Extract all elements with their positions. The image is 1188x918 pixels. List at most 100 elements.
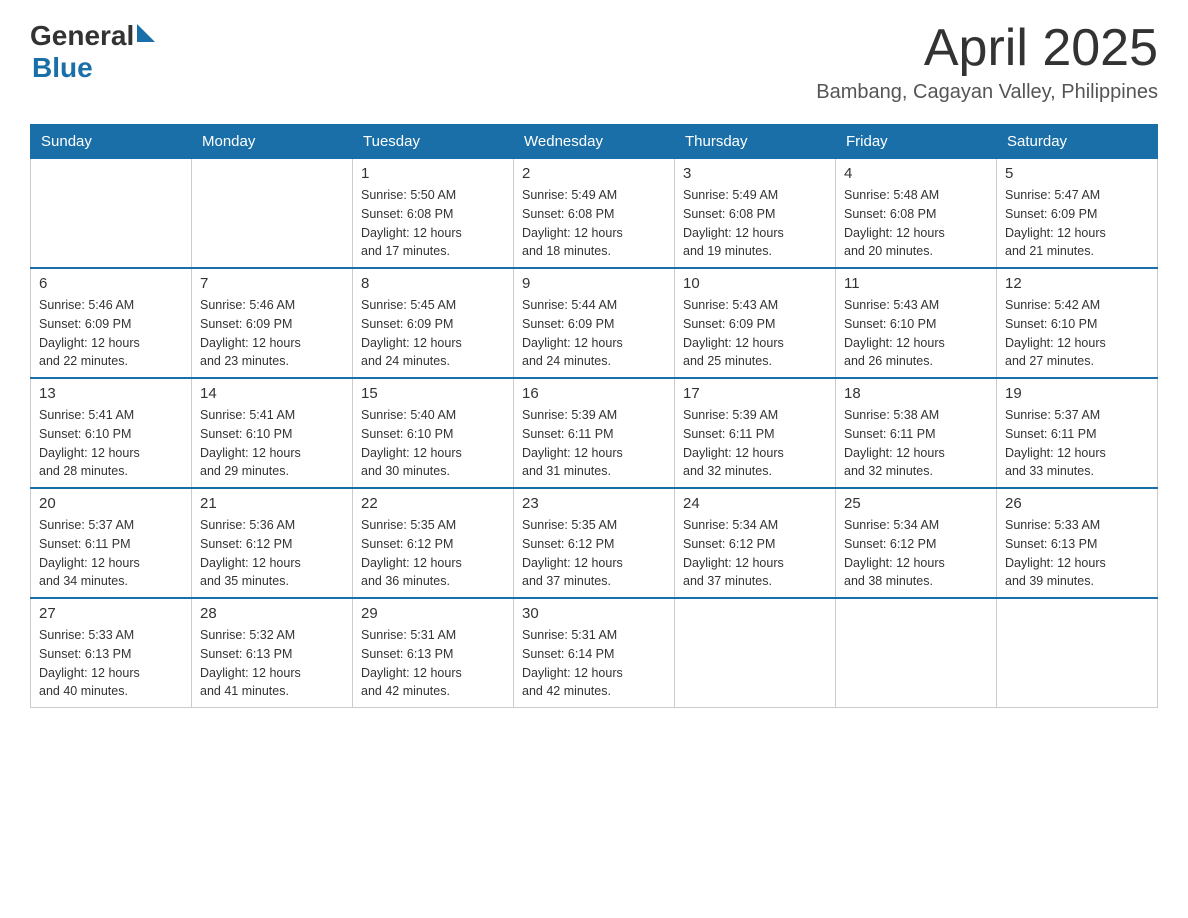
calendar-cell: [675, 598, 836, 708]
day-info: Sunrise: 5:45 AMSunset: 6:09 PMDaylight:…: [361, 296, 505, 371]
day-info: Sunrise: 5:47 AMSunset: 6:09 PMDaylight:…: [1005, 186, 1149, 261]
logo-blue-text: Blue: [32, 52, 155, 84]
day-number: 12: [1005, 275, 1149, 292]
day-number: 22: [361, 495, 505, 512]
calendar-cell: 26Sunrise: 5:33 AMSunset: 6:13 PMDayligh…: [997, 488, 1158, 598]
calendar-cell: 14Sunrise: 5:41 AMSunset: 6:10 PMDayligh…: [192, 378, 353, 488]
day-info: Sunrise: 5:40 AMSunset: 6:10 PMDaylight:…: [361, 406, 505, 481]
day-of-week-header: Monday: [192, 125, 353, 159]
day-info: Sunrise: 5:46 AMSunset: 6:09 PMDaylight:…: [39, 296, 183, 371]
day-number: 19: [1005, 385, 1149, 402]
calendar-cell: 2Sunrise: 5:49 AMSunset: 6:08 PMDaylight…: [514, 159, 675, 269]
day-number: 16: [522, 385, 666, 402]
day-number: 28: [200, 605, 344, 622]
day-number: 10: [683, 275, 827, 292]
day-info: Sunrise: 5:38 AMSunset: 6:11 PMDaylight:…: [844, 406, 988, 481]
day-info: Sunrise: 5:33 AMSunset: 6:13 PMDaylight:…: [1005, 516, 1149, 591]
day-of-week-header: Sunday: [31, 125, 192, 159]
day-number: 27: [39, 605, 183, 622]
day-number: 4: [844, 165, 988, 182]
day-info: Sunrise: 5:49 AMSunset: 6:08 PMDaylight:…: [683, 186, 827, 261]
calendar-cell: [997, 598, 1158, 708]
day-info: Sunrise: 5:39 AMSunset: 6:11 PMDaylight:…: [522, 406, 666, 481]
day-number: 9: [522, 275, 666, 292]
calendar-cell: 8 Sunrise: 5:45 AMSunset: 6:09 PMDaylight…: [353, 268, 514, 378]
day-number: 1: [361, 165, 505, 182]
day-info: Sunrise: 5:49 AMSunset: 6:08 PMDaylight:…: [522, 186, 666, 261]
calendar-week-row: 13Sunrise: 5:41 AMSunset: 6:10 PMDayligh…: [31, 378, 1158, 488]
calendar-cell: 16 Sunrise: 5:39 AMSunset: 6:11 PMDayligh…: [514, 378, 675, 488]
day-info: Sunrise: 5:43 AMSunset: 6:10 PMDaylight:…: [844, 296, 988, 371]
day-number: 24: [683, 495, 827, 512]
calendar-cell: 28 Sunrise: 5:32 AMSunset: 6:13 PMDayligh…: [192, 598, 353, 708]
day-info: Sunrise: 5:34 AMSunset: 6:12 PMDaylight:…: [844, 516, 988, 591]
calendar-cell: 10 Sunrise: 5:43 AMSunset: 6:09 PMDayligh…: [675, 268, 836, 378]
calendar-cell: [31, 159, 192, 269]
calendar-cell: 15 Sunrise: 5:40 AMSunset: 6:10 PMDayligh…: [353, 378, 514, 488]
day-of-week-header: Wednesday: [514, 125, 675, 159]
day-number: 18: [844, 385, 988, 402]
title-section: April 2025 Bambang, Cagayan Valley, Phil…: [816, 20, 1158, 104]
calendar-cell: 29 Sunrise: 5:31 AMSunset: 6:13 PMDayligh…: [353, 598, 514, 708]
day-of-week-header: Friday: [836, 125, 997, 159]
day-info: Sunrise: 5:43 AMSunset: 6:09 PMDaylight:…: [683, 296, 827, 371]
calendar-cell: 23Sunrise: 5:35 AMSunset: 6:12 PMDayligh…: [514, 488, 675, 598]
day-info: Sunrise: 5:35 AMSunset: 6:12 PMDaylight:…: [361, 516, 505, 591]
calendar-cell: 5Sunrise: 5:47 AMSunset: 6:09 PMDaylight…: [997, 159, 1158, 269]
days-of-week-row: SundayMondayTuesdayWednesdayThursdayFrid…: [31, 125, 1158, 159]
calendar-cell: 3 Sunrise: 5:49 AMSunset: 6:08 PMDaylight…: [675, 159, 836, 269]
calendar-cell: 18 Sunrise: 5:38 AMSunset: 6:11 PMDayligh…: [836, 378, 997, 488]
day-info: Sunrise: 5:44 AMSunset: 6:09 PMDaylight:…: [522, 296, 666, 371]
logo-general-text: General: [30, 20, 134, 52]
day-of-week-header: Thursday: [675, 125, 836, 159]
day-info: Sunrise: 5:37 AMSunset: 6:11 PMDaylight:…: [1005, 406, 1149, 481]
day-info: Sunrise: 5:37 AMSunset: 6:11 PMDaylight:…: [39, 516, 183, 591]
page-header: General Blue April 2025 Bambang, Cagayan…: [30, 20, 1158, 104]
calendar-cell: 4 Sunrise: 5:48 AMSunset: 6:08 PMDaylight…: [836, 159, 997, 269]
day-of-week-header: Saturday: [997, 125, 1158, 159]
day-number: 21: [200, 495, 344, 512]
day-info: Sunrise: 5:36 AMSunset: 6:12 PMDaylight:…: [200, 516, 344, 591]
calendar-week-row: 1Sunrise: 5:50 AMSunset: 6:08 PMDaylight…: [31, 159, 1158, 269]
day-info: Sunrise: 5:33 AMSunset: 6:13 PMDaylight:…: [39, 626, 183, 701]
day-info: Sunrise: 5:31 AMSunset: 6:14 PMDaylight:…: [522, 626, 666, 701]
calendar-header: SundayMondayTuesdayWednesdayThursdayFrid…: [31, 125, 1158, 159]
day-of-week-header: Tuesday: [353, 125, 514, 159]
calendar-cell: 9 Sunrise: 5:44 AMSunset: 6:09 PMDaylight…: [514, 268, 675, 378]
day-number: 7: [200, 275, 344, 292]
calendar-cell: [192, 159, 353, 269]
calendar-week-row: 27 Sunrise: 5:33 AMSunset: 6:13 PMDayligh…: [31, 598, 1158, 708]
day-info: Sunrise: 5:32 AMSunset: 6:13 PMDaylight:…: [200, 626, 344, 701]
day-number: 6: [39, 275, 183, 292]
calendar-cell: [836, 598, 997, 708]
calendar-cell: 19 Sunrise: 5:37 AMSunset: 6:11 PMDayligh…: [997, 378, 1158, 488]
day-info: Sunrise: 5:42 AMSunset: 6:10 PMDaylight:…: [1005, 296, 1149, 371]
day-info: Sunrise: 5:48 AMSunset: 6:08 PMDaylight:…: [844, 186, 988, 261]
calendar-cell: 1Sunrise: 5:50 AMSunset: 6:08 PMDaylight…: [353, 159, 514, 269]
calendar-cell: 11 Sunrise: 5:43 AMSunset: 6:10 PMDayligh…: [836, 268, 997, 378]
day-info: Sunrise: 5:35 AMSunset: 6:12 PMDaylight:…: [522, 516, 666, 591]
day-info: Sunrise: 5:41 AMSunset: 6:10 PMDaylight:…: [200, 406, 344, 481]
calendar-cell: 22 Sunrise: 5:35 AMSunset: 6:12 PMDayligh…: [353, 488, 514, 598]
calendar-cell: 6 Sunrise: 5:46 AMSunset: 6:09 PMDaylight…: [31, 268, 192, 378]
calendar-cell: 27 Sunrise: 5:33 AMSunset: 6:13 PMDayligh…: [31, 598, 192, 708]
day-number: 17: [683, 385, 827, 402]
calendar-cell: 21 Sunrise: 5:36 AMSunset: 6:12 PMDayligh…: [192, 488, 353, 598]
day-info: Sunrise: 5:41 AMSunset: 6:10 PMDaylight:…: [39, 406, 183, 481]
calendar-week-row: 6 Sunrise: 5:46 AMSunset: 6:09 PMDaylight…: [31, 268, 1158, 378]
logo-triangle-icon: [137, 24, 155, 42]
day-number: 20: [39, 495, 183, 512]
calendar-cell: 7Sunrise: 5:46 AMSunset: 6:09 PMDaylight…: [192, 268, 353, 378]
calendar-cell: 30 Sunrise: 5:31 AMSunset: 6:14 PMDayligh…: [514, 598, 675, 708]
day-info: Sunrise: 5:31 AMSunset: 6:13 PMDaylight:…: [361, 626, 505, 701]
day-number: 29: [361, 605, 505, 622]
day-number: 15: [361, 385, 505, 402]
calendar-cell: 12 Sunrise: 5:42 AMSunset: 6:10 PMDayligh…: [997, 268, 1158, 378]
day-info: Sunrise: 5:39 AMSunset: 6:11 PMDaylight:…: [683, 406, 827, 481]
day-number: 30: [522, 605, 666, 622]
calendar-cell: 20 Sunrise: 5:37 AMSunset: 6:11 PMDayligh…: [31, 488, 192, 598]
day-number: 3: [683, 165, 827, 182]
calendar-cell: 24Sunrise: 5:34 AMSunset: 6:12 PMDayligh…: [675, 488, 836, 598]
day-number: 8: [361, 275, 505, 292]
day-number: 11: [844, 275, 988, 292]
